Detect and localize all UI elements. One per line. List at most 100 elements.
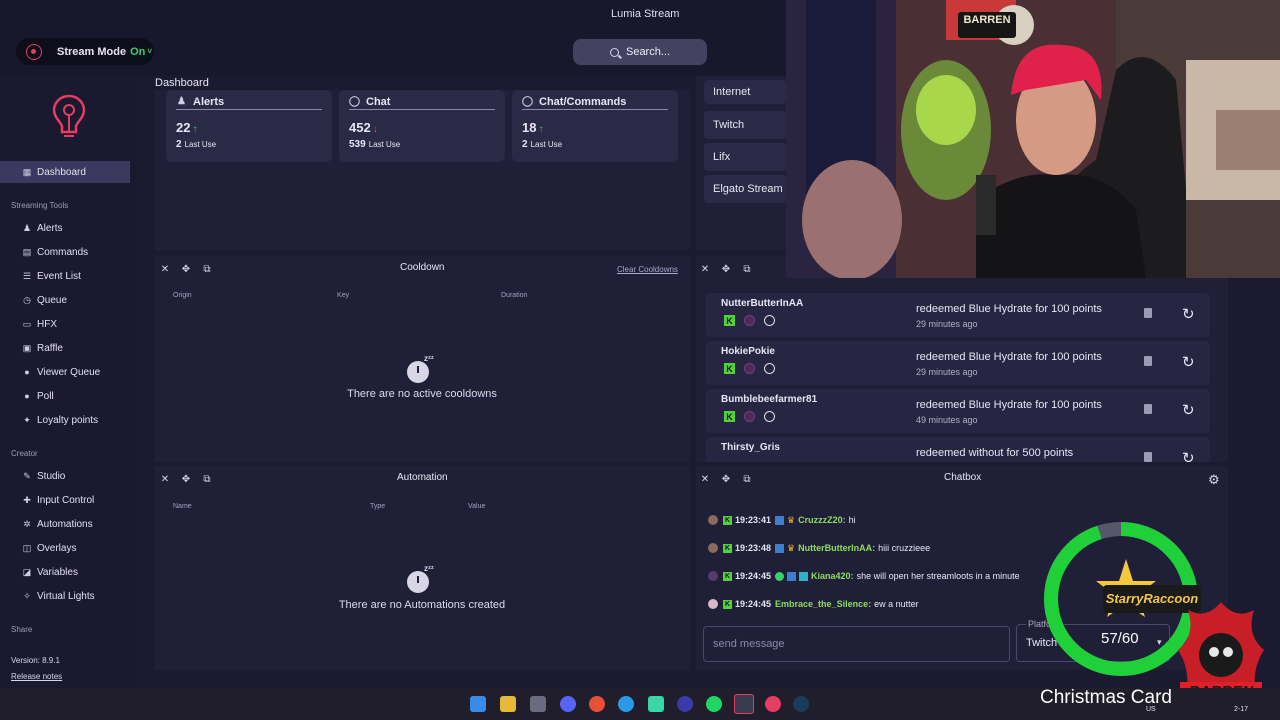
column-type: Type [370,503,386,510]
move-icon[interactable]: ✥ [721,264,731,275]
sidebar-item-raffle[interactable]: ▣ Raffle [0,337,130,359]
column-origin: Origin [173,292,192,299]
sidebar-item-label: HFX [37,318,57,330]
move-icon[interactable]: ✥ [181,264,191,275]
redemption-time: 49 minutes ago [916,415,978,425]
redemption-row: NutterButterInAA K redeemed Blue Hydrate… [706,293,1210,337]
kick-icon: K [723,571,732,581]
sidebar-item-studio[interactable]: ✎ Studio [0,465,130,487]
gear-icon[interactable]: ⚙ [1208,472,1220,488]
sleep-clock-icon [407,571,429,593]
sidebar-item-hfx[interactable]: ▭ HFX [0,313,130,335]
stat-title: Chat/Commands [539,95,627,108]
connection-lifx[interactable]: Lifx [704,143,786,171]
redemption-row: HokiePokie K redeemed Blue Hydrate for 1… [706,341,1210,385]
sidebar-item-label: Loyalty points [37,414,99,426]
automation-title: Automation [397,472,448,483]
connection-twitch[interactable]: Twitch [704,111,786,139]
redemption-user: Thirsty_Gris [721,442,780,453]
release-notes-link[interactable]: Release notes [11,672,62,681]
chat-text: ew a nutter [874,599,919,609]
file-explorer-icon[interactable] [500,696,516,712]
replay-icon[interactable]: ↻ [1182,305,1195,323]
clock-icon [764,363,775,374]
trash-icon[interactable] [1144,308,1152,318]
edge-icon[interactable] [618,696,634,712]
column-key: Key [337,292,350,299]
clear-cooldowns-link[interactable]: Clear Cooldowns [617,265,678,274]
stat-last-label: Last Use [368,140,401,149]
search-button[interactable]: Search... [573,39,707,65]
external-link-icon[interactable]: ⧉ [742,474,752,485]
close-icon[interactable]: ✕ [700,264,710,275]
move-icon[interactable]: ✥ [181,474,191,485]
avatar [708,515,718,525]
sidebar-item-loyalty-points[interactable]: ✦ Loyalty points [0,409,130,431]
stream-mode-toggle[interactable]: Stream Mode On ˅ [16,38,154,65]
sidebar-item-poll[interactable]: ● Poll [0,385,130,407]
chat-message: K 19:23:41 ♛ CruzzzZ20: hi [708,512,856,528]
user-badge-icon [744,315,755,326]
sidebar-item-commands[interactable]: ▤ Commands [0,241,130,263]
automation-empty-text: There are no Automations created [338,599,506,611]
trash-icon[interactable] [1144,452,1152,462]
external-link-icon[interactable]: ⧉ [742,264,752,275]
sidebar-item-event-list[interactable]: ☰ Event List [0,265,130,287]
redemption-user: HokiePokie [721,346,775,357]
external-link-icon[interactable]: ⧉ [202,264,212,275]
monitor-icon: ▭ [22,318,32,329]
sidebar-item-automations[interactable]: ✲ Automations [0,513,130,535]
close-icon[interactable]: ✕ [160,474,170,485]
discord-icon[interactable] [560,696,576,712]
sidebar-item-label: Studio [37,470,66,482]
stat-last-label: Last Use [530,140,563,149]
redemption-time: 29 minutes ago [916,367,978,377]
bg-app-icon[interactable] [734,694,754,714]
chat-text: she will open her streamloots in a minut… [856,571,1020,581]
clock-date[interactable]: 2-17 [1234,706,1248,713]
stat-last-value: 2 [522,139,528,150]
version-text: Version: 8.9.1 [11,656,60,665]
connection-internet[interactable]: Internet [704,80,786,104]
app-icon[interactable] [648,696,664,712]
close-icon[interactable]: ✕ [160,264,170,275]
replay-icon[interactable]: ↻ [1182,401,1195,419]
lumia-icon[interactable] [765,696,781,712]
replay-icon[interactable]: ↻ [1182,353,1195,371]
spotify-icon[interactable] [706,696,722,712]
trash-icon[interactable] [1144,404,1152,414]
stat-last-label: Last Use [184,140,217,149]
sidebar-item-label: Overlays [37,542,77,554]
chrome-icon[interactable] [589,696,605,712]
move-icon[interactable]: ✥ [721,474,731,485]
sidebar-item-label: Dashboard [37,166,86,178]
sidebar-item-dashboard[interactable]: ▦ Dashboard [0,161,130,183]
windows-start-icon[interactable] [470,696,486,712]
sidebar-item-variables[interactable]: ◪ Variables [0,561,130,583]
steam-icon[interactable] [793,696,809,712]
sidebar-item-virtual-lights[interactable]: ✧ Virtual Lights [0,585,130,607]
send-message-input[interactable]: send message [703,626,1010,662]
chat-text: hi [848,515,856,525]
trash-icon[interactable] [1144,356,1152,366]
store-icon[interactable] [530,696,546,712]
people-icon: ● [24,367,30,377]
redemption-text: redeemed Blue Hydrate for 100 points [916,399,1102,411]
stat-value: 18 [522,120,537,135]
chat-user: NutterButterInAA: [798,543,876,553]
sidebar-item-input-control[interactable]: ✚ Input Control [0,489,130,511]
connection-elgato[interactable]: Elgato Stream D [704,175,786,203]
external-link-icon[interactable]: ⧉ [202,474,212,485]
chatbox-title: Chatbox [944,472,982,483]
close-icon[interactable]: ✕ [700,474,710,485]
trend-up-icon: ↑ [538,124,544,135]
sidebar-item-viewer-queue[interactable]: ● Viewer Queue [0,361,130,383]
chat-user: Kiana420: [811,571,854,581]
sidebar-item-queue[interactable]: ◷ Queue [0,289,130,311]
replay-icon[interactable]: ↻ [1182,449,1195,462]
stream-mode-state: On [130,45,146,58]
sidebar-item-overlays[interactable]: ◫ Overlays [0,537,130,559]
gift-icon: ✦ [23,414,31,425]
app-icon[interactable] [677,696,693,712]
sidebar-item-alerts[interactable]: ♟ Alerts [0,217,130,239]
